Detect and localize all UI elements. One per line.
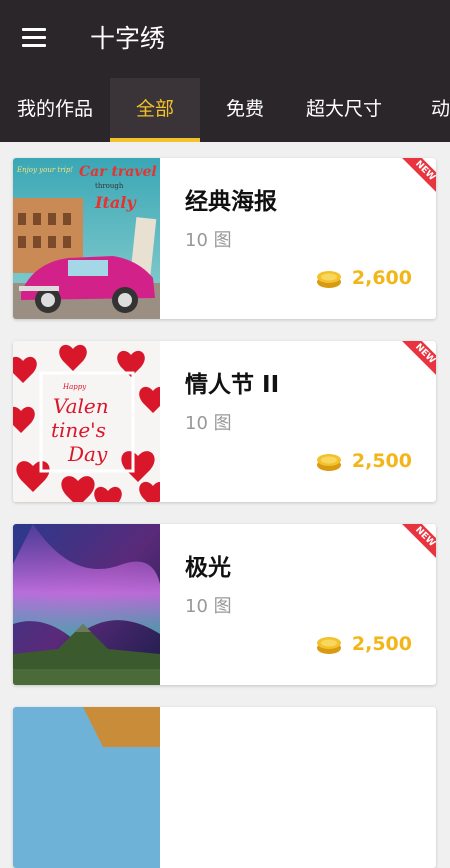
card-title: 情人节 II — [185, 372, 280, 398]
card-image-count: 10 图 — [185, 413, 232, 434]
category-tab-bar: 我的作品 全部 免费 超大尺寸 动物 — [0, 78, 450, 142]
card-title: 极光 — [185, 555, 231, 581]
thumb-text-enjoy: Enjoy your trip! — [16, 166, 73, 174]
new-badge-label: NEW — [413, 525, 436, 549]
card-image-count: 10 图 — [185, 596, 232, 617]
hamburger-menu-icon[interactable] — [22, 28, 48, 48]
tab-free[interactable]: 免费 — [210, 78, 280, 142]
price: 2,500 — [316, 630, 412, 658]
thumbnail-valentines-day: Happy Valen tine's Day — [13, 341, 160, 502]
coin-icon — [316, 637, 341, 654]
thumb-text-car-travel: Car travel — [79, 164, 157, 180]
tab-extra-large[interactable]: 超大尺寸 — [296, 78, 392, 142]
card-title: 经典海报 — [185, 189, 277, 215]
card-image-count: 10 图 — [185, 230, 232, 251]
thumbnail-car-travel-italy: Enjoy your trip! Car travel through Ital… — [13, 158, 160, 319]
price: 2,500 — [316, 447, 412, 475]
top-app-bar: 十字绣 — [0, 0, 450, 78]
coin-icon — [316, 271, 341, 288]
price-value: 2,600 — [351, 267, 412, 289]
pattern-card-aurora[interactable]: 极光 10 图 2,500 NEW — [13, 524, 436, 685]
thumb-text-tines: tine's — [51, 418, 106, 442]
app-title: 十字绣 — [90, 24, 166, 53]
new-badge-label: NEW — [413, 159, 436, 183]
pattern-card-partial[interactable] — [13, 707, 436, 868]
thumbnail-aurora — [13, 524, 160, 685]
price-value: 2,500 — [351, 633, 412, 655]
thumb-text-happy: Happy — [62, 383, 87, 391]
tab-all[interactable]: 全部 — [110, 78, 200, 142]
new-badge: NEW — [396, 158, 436, 198]
price-value: 2,500 — [351, 450, 412, 472]
thumb-text-valen: Valen — [53, 394, 109, 418]
thumb-text-through: through — [95, 182, 124, 190]
new-badge: NEW — [396, 524, 436, 564]
tab-my-works[interactable]: 我的作品 — [6, 78, 104, 142]
new-badge-label: NEW — [413, 342, 436, 366]
pattern-card-classic-poster[interactable]: Enjoy your trip! Car travel through Ital… — [13, 158, 436, 319]
new-badge: NEW — [396, 341, 436, 381]
price: 2,600 — [316, 264, 412, 292]
coin-icon — [316, 454, 341, 471]
thumb-text-day: Day — [67, 442, 108, 466]
tab-animals[interactable]: 动物 — [420, 78, 450, 142]
thumb-text-italy: Italy — [94, 193, 137, 212]
thumbnail-partial — [13, 707, 160, 868]
pattern-card-valentines-ii[interactable]: Happy Valen tine's Day 情人节 II 10 图 2,500… — [13, 341, 436, 502]
